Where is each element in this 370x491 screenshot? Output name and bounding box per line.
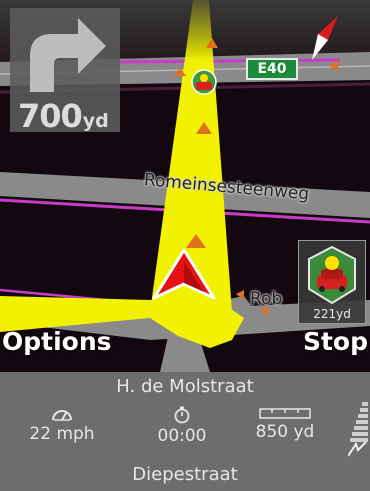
turn-distance-value: 700 [18, 97, 83, 135]
speed-camera-marker-icon [191, 69, 217, 95]
speed-camera-distance: 221yd [313, 307, 351, 321]
highway-border-line [119, 58, 341, 64]
time-stat: 00:00 [144, 406, 220, 446]
street-label: Rob [250, 289, 283, 309]
distance-stat: 850 yd [244, 406, 326, 442]
navigation-screen: 700yd E40 Romeinsesteenweg Rob 221yd Opt… [0, 0, 370, 491]
turn-distance: 700yd [18, 100, 109, 132]
stopwatch-icon [174, 406, 190, 424]
remaining-distance-value: 850 yd [255, 422, 315, 442]
stop-softkey[interactable]: Stop [303, 327, 368, 356]
speed-camera-icon [308, 245, 356, 305]
speedometer-icon [52, 410, 72, 421]
speed-value: 22 mph [29, 424, 95, 444]
ruler-icon [259, 408, 311, 419]
speed-camera-alert[interactable]: 221yd [298, 240, 366, 324]
highway-sign: E40 [246, 58, 298, 80]
compass-icon[interactable] [308, 14, 342, 62]
signal-strength-icon [348, 402, 368, 457]
route-info-panel: H. de Molstraat 22 mph 00:00 850 yd Diep… [0, 372, 370, 491]
current-street-name: Diepestraat [132, 464, 238, 485]
speed-stat: 22 mph [22, 406, 102, 444]
time-value: 00:00 [157, 426, 207, 446]
options-softkey[interactable]: Options [2, 327, 112, 356]
turn-distance-unit: yd [82, 110, 109, 132]
next-street-name: H. de Molstraat [116, 376, 254, 397]
turn-instruction-panel: 700yd [10, 8, 120, 132]
